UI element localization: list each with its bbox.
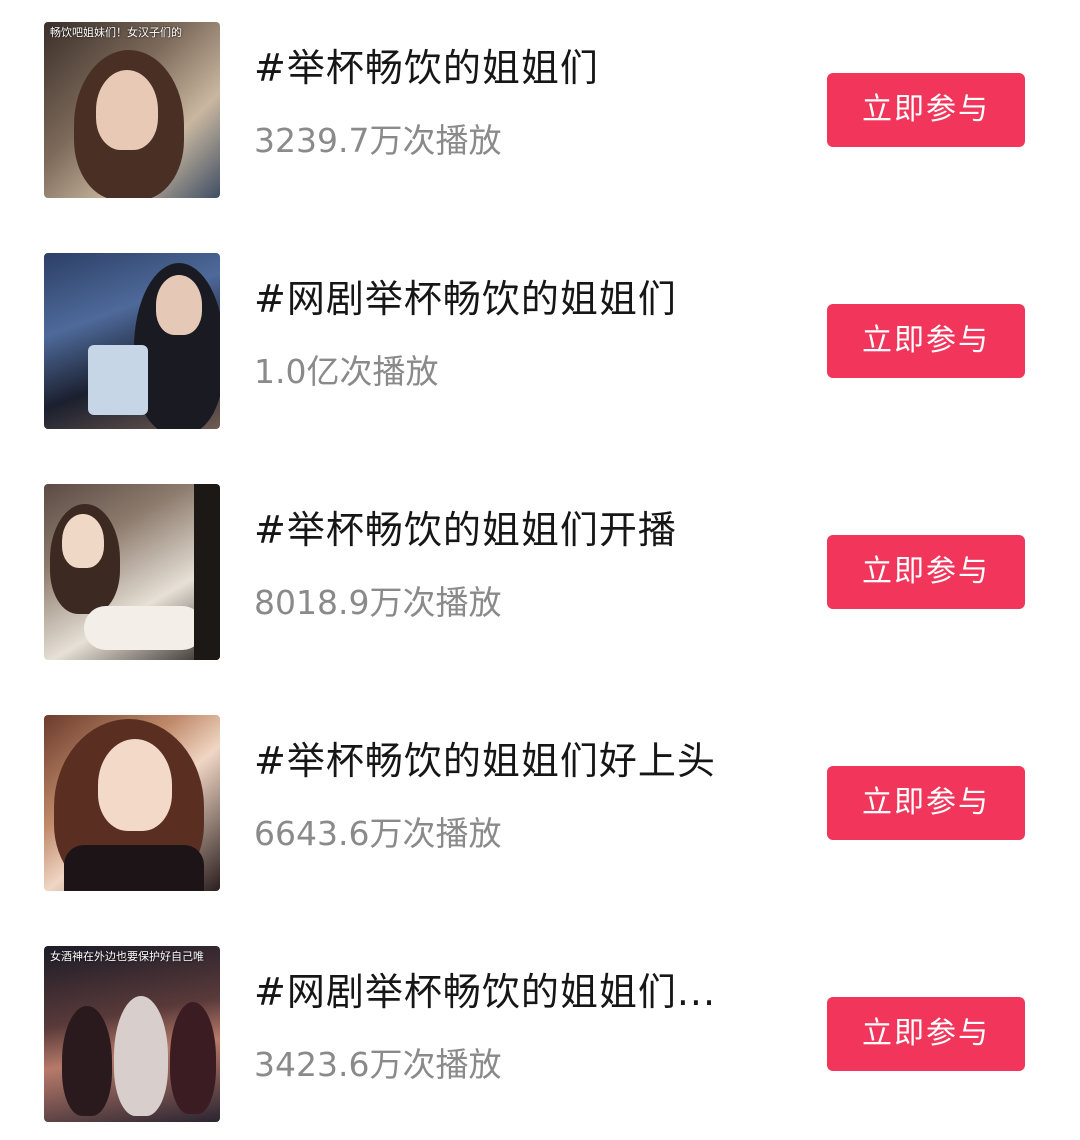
topic-thumbnail[interactable] (44, 715, 220, 891)
topic-row[interactable]: #举杯畅饮的姐姐们开播 8018.9万次播放 立即参与 (0, 484, 1080, 662)
topic-row[interactable]: 畅饮吧姐妹们！女汉子们的 #举杯畅饮的姐姐们 3239.7万次播放 立即参与 (0, 22, 1080, 200)
topic-title[interactable]: #举杯畅饮的姐姐们好上头 (254, 737, 774, 785)
topic-row[interactable]: #网剧举杯畅饮的姐姐们 1.0亿次播放 立即参与 (0, 253, 1080, 431)
join-button[interactable]: 立即参与 (827, 997, 1025, 1071)
play-count: 3239.7万次播放 (254, 121, 502, 160)
topic-row[interactable]: #举杯畅饮的姐姐们好上头 6643.6万次播放 立即参与 (0, 715, 1080, 893)
topic-thumbnail[interactable] (44, 484, 220, 660)
topic-title[interactable]: #举杯畅饮的姐姐们开播 (254, 506, 774, 554)
topic-thumbnail[interactable] (44, 253, 220, 429)
play-count: 3423.6万次播放 (254, 1045, 502, 1084)
play-count: 8018.9万次播放 (254, 583, 502, 622)
join-button[interactable]: 立即参与 (827, 304, 1025, 378)
join-button[interactable]: 立即参与 (827, 535, 1025, 609)
thumbnail-caption: 女酒神在外边也要保护好自己唯 (50, 950, 204, 963)
topic-title[interactable]: #网剧举杯畅饮的姐姐们... (254, 968, 774, 1016)
topic-row[interactable]: 女酒神在外边也要保护好自己唯 #网剧举杯畅饮的姐姐们... 3423.6万次播放… (0, 946, 1080, 1124)
join-button[interactable]: 立即参与 (827, 766, 1025, 840)
topic-title[interactable]: #举杯畅饮的姐姐们 (254, 44, 774, 92)
topic-thumbnail[interactable]: 畅饮吧姐妹们！女汉子们的 (44, 22, 220, 198)
play-count: 6643.6万次播放 (254, 814, 502, 853)
topic-thumbnail[interactable]: 女酒神在外边也要保护好自己唯 (44, 946, 220, 1122)
play-count: 1.0亿次播放 (254, 352, 439, 391)
topic-list: 畅饮吧姐妹们！女汉子们的 #举杯畅饮的姐姐们 3239.7万次播放 立即参与 #… (0, 0, 1080, 1140)
topic-title[interactable]: #网剧举杯畅饮的姐姐们 (254, 275, 774, 323)
join-button[interactable]: 立即参与 (827, 73, 1025, 147)
thumbnail-caption: 畅饮吧姐妹们！女汉子们的 (50, 26, 182, 39)
